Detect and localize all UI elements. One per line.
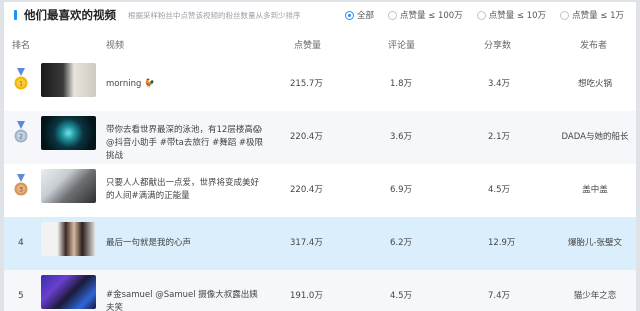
- likes-value: 215.7万: [290, 79, 323, 89]
- radio-icon[interactable]: [344, 10, 354, 20]
- filter-label: 点赞量 ≤ 100万: [399, 11, 463, 21]
- column-video: 视频: [106, 41, 125, 51]
- video-title[interactable]: 只要人人都献出一点爱，世界将变成美好的人间#满满的正能量: [106, 177, 266, 203]
- video-title[interactable]: 最后一句就是我的心声: [106, 237, 266, 250]
- filter-label: 点赞量 ≤ 10万: [488, 11, 547, 21]
- table-header: 排名 视频 点赞量 评论量 分享数 发布者: [4, 33, 636, 55]
- comments-value: 4.5万: [390, 291, 413, 301]
- svg-text:1: 1: [19, 81, 23, 88]
- table-row[interactable]: 5 #金samuel @Samuel 摄像大叔露出姨夫笑 191.0万 4.5万…: [4, 270, 636, 311]
- rank-number: 5: [18, 291, 24, 301]
- filter-all[interactable]: 全部: [344, 9, 374, 21]
- column-likes: 点赞量: [294, 41, 322, 51]
- radio-icon[interactable]: [387, 10, 397, 20]
- svg-text:2: 2: [19, 134, 23, 141]
- panel-header: 他们最喜欢的视频 根据采样粉丝中点赞该视频的粉丝数量从多到少排序 全部 点赞量 …: [4, 2, 636, 28]
- author-name[interactable]: 想吃火锅: [554, 77, 636, 89]
- video-thumbnail[interactable]: [41, 169, 96, 203]
- video-title[interactable]: morning 🐓: [106, 78, 266, 91]
- shares-value: 7.4万: [488, 291, 511, 301]
- video-thumbnail[interactable]: [41, 116, 96, 150]
- filter-under-1m[interactable]: 点赞量 ≤ 100万: [387, 9, 463, 21]
- column-rank: 排名: [12, 41, 31, 51]
- comments-value: 6.9万: [390, 185, 413, 195]
- comments-value: 3.6万: [390, 132, 413, 142]
- video-thumbnail[interactable]: [41, 63, 96, 97]
- column-author: 发布者: [580, 41, 608, 51]
- video-title[interactable]: 带你去看世界最深的泳池，有12层楼高😱 @抖音小助手 #带ta去旅行 #舞蹈 #…: [106, 124, 266, 163]
- likes-value: 220.4万: [290, 185, 323, 195]
- shares-value: 4.5万: [488, 185, 511, 195]
- radio-icon[interactable]: [476, 10, 486, 20]
- video-title[interactable]: #金samuel @Samuel 摄像大叔露出姨夫笑: [106, 289, 266, 311]
- svg-text:3: 3: [19, 187, 23, 194]
- video-thumbnail[interactable]: [41, 275, 96, 309]
- shares-value: 12.9万: [488, 238, 516, 248]
- filter-label: 点赞量 ≤ 1万: [572, 11, 624, 21]
- liked-videos-panel: 他们最喜欢的视频 根据采样粉丝中点赞该视频的粉丝数量从多到少排序 全部 点赞量 …: [4, 2, 636, 311]
- silver-medal-icon: 2: [14, 121, 28, 143]
- comments-value: 1.8万: [390, 79, 413, 89]
- author-name[interactable]: 爆胎儿-张璧文: [554, 236, 636, 248]
- comments-value: 6.2万: [390, 238, 413, 248]
- column-shares: 分享数: [484, 41, 512, 51]
- panel-title: 他们最喜欢的视频: [24, 8, 116, 22]
- table-row[interactable]: 3 只要人人都献出一点爱，世界将变成美好的人间#满满的正能量 220.4万 6.…: [4, 164, 636, 217]
- likes-value: 191.0万: [290, 291, 323, 301]
- filter-under-10k[interactable]: 点赞量 ≤ 1万: [560, 9, 624, 21]
- column-comments: 评论量: [388, 41, 416, 51]
- shares-value: 3.4万: [488, 79, 511, 89]
- rank-number: 4: [18, 238, 24, 248]
- table-row[interactable]: 4 最后一句就是我的心声 317.4万 6.2万 12.9万 爆胎儿-张璧文: [4, 217, 636, 270]
- likes-value: 317.4万: [290, 238, 323, 248]
- author-name[interactable]: 猫少年之恋: [554, 289, 636, 301]
- gold-medal-icon: 1: [14, 68, 28, 90]
- panel-subtitle: 根据采样粉丝中点赞该视频的粉丝数量从多到少排序: [128, 11, 301, 20]
- likes-value: 220.4万: [290, 132, 323, 142]
- filter-label: 全部: [356, 11, 374, 21]
- shares-value: 2.1万: [488, 132, 511, 142]
- like-filter-group: 全部 点赞量 ≤ 100万 点赞量 ≤ 10万 点赞量 ≤ 1万: [344, 9, 624, 21]
- radio-icon[interactable]: [560, 10, 570, 20]
- bronze-medal-icon: 3: [14, 174, 28, 196]
- author-name[interactable]: DADA与她的船长: [554, 130, 636, 142]
- table-row[interactable]: 1 morning 🐓 215.7万 1.8万 3.4万 想吃火锅: [4, 58, 636, 111]
- table-row[interactable]: 2 带你去看世界最深的泳池，有12层楼高😱 @抖音小助手 #带ta去旅行 #舞蹈…: [4, 111, 636, 164]
- filter-under-100k[interactable]: 点赞量 ≤ 10万: [476, 9, 547, 21]
- video-thumbnail[interactable]: [41, 222, 96, 256]
- author-name[interactable]: 盖中盖: [554, 183, 636, 195]
- title-accent-bar: [14, 10, 17, 20]
